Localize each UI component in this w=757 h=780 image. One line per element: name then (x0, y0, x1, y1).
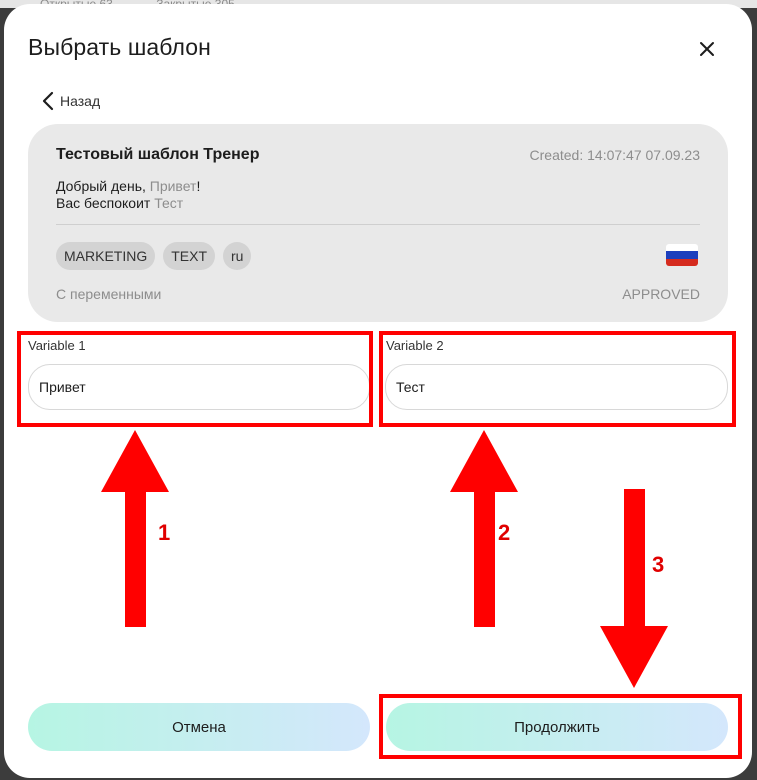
template-variables-note: С переменными (56, 286, 162, 302)
chevron-left-icon (42, 91, 54, 111)
template-status: APPROVED (622, 286, 700, 302)
tag-type: TEXT (163, 242, 216, 270)
continue-button[interactable]: Продолжить (386, 703, 728, 751)
russia-flag-icon (666, 244, 698, 266)
variable-1-label: Variable 1 (28, 338, 86, 353)
close-button[interactable] (694, 36, 720, 62)
template-var-2: Тест (154, 195, 184, 211)
template-tags: MARKETING TEXT ru (56, 242, 252, 270)
modal-title: Выбрать шаблон (28, 34, 211, 60)
tag-category: MARKETING (56, 242, 156, 270)
template-created: Created: 14:07:47 07.09.23 (529, 147, 700, 163)
tag-language: ru (223, 242, 252, 270)
close-icon (700, 42, 714, 56)
template-var-1: Привет (149, 178, 197, 194)
template-card[interactable]: Тестовый шаблон Тренер Created: 14:07:47… (28, 124, 728, 322)
cancel-button[interactable]: Отмена (28, 703, 370, 751)
template-body: Добрый день, Привет! Вас беспокоит Тест (56, 178, 200, 212)
card-divider (56, 224, 700, 225)
template-line-2: Вас беспокоит Тест (56, 195, 184, 211)
variable-2-label: Variable 2 (386, 338, 444, 353)
template-line-1: Добрый день, Привет! (56, 178, 201, 194)
variable-2-input[interactable] (385, 364, 728, 410)
back-link[interactable]: Назад (42, 90, 100, 112)
template-name: Тестовый шаблон Тренер (56, 146, 260, 163)
back-label: Назад (60, 93, 101, 109)
select-template-modal: Выбрать шаблон Назад Тестовый шаблон Тре… (4, 4, 752, 778)
variable-1-input[interactable] (28, 364, 370, 410)
